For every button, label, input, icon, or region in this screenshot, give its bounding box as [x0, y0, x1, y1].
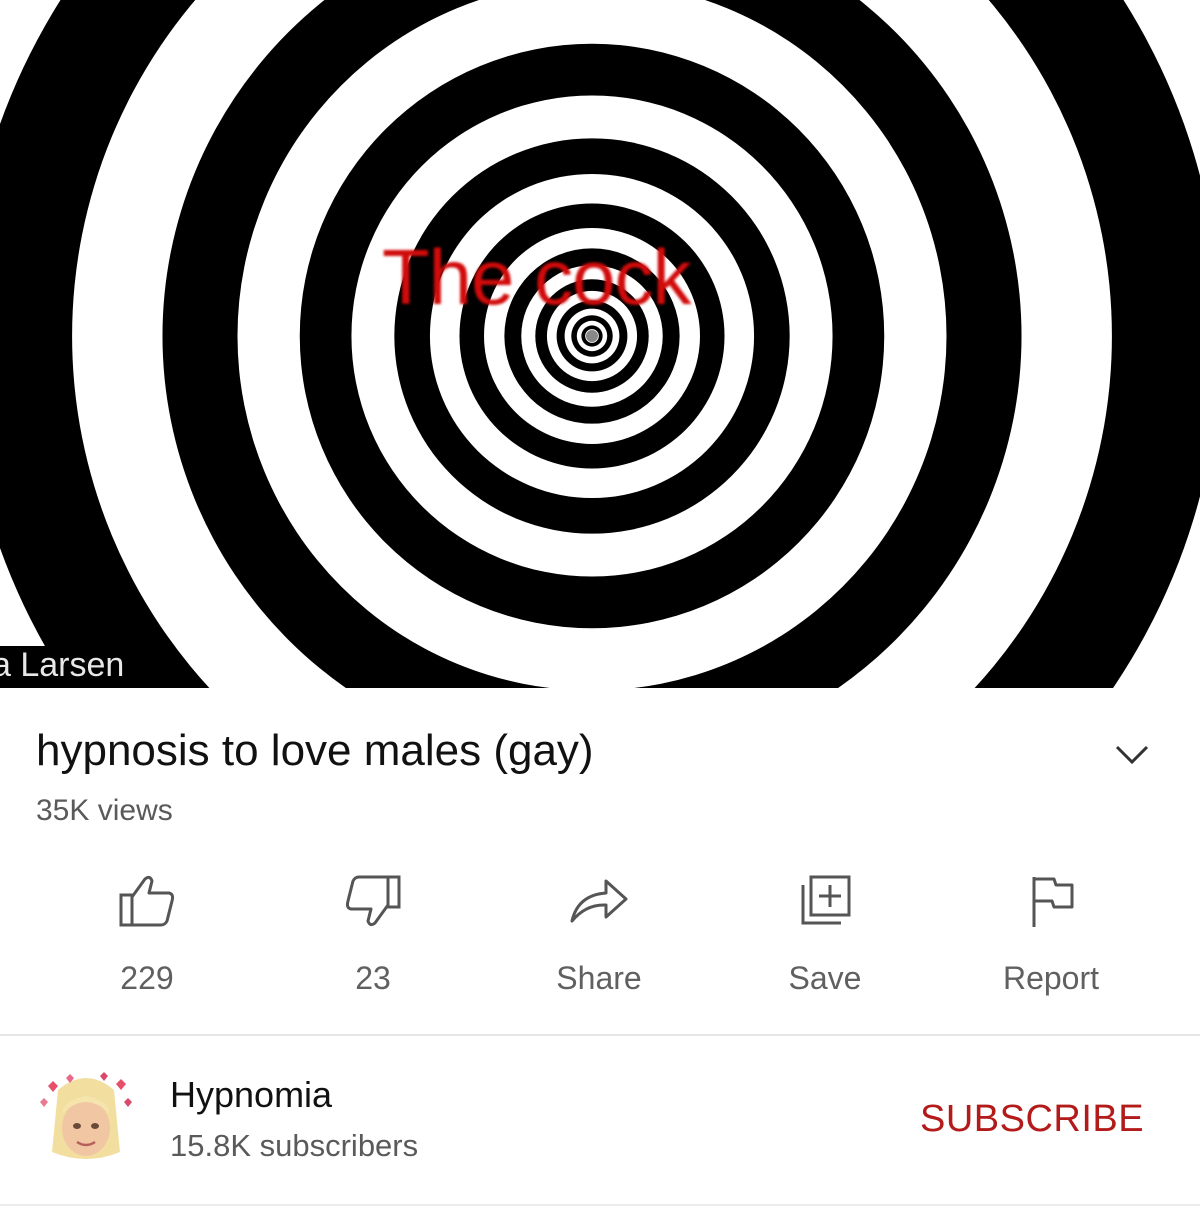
thumbs-up-icon	[119, 875, 175, 927]
expand-description-button[interactable]	[1114, 740, 1150, 770]
subscriber-count: 15.8K subscribers	[170, 1128, 419, 1163]
avatar-image	[40, 1072, 132, 1159]
save-playlist-icon	[801, 875, 851, 925]
subscribe-button[interactable]: SUBSCRIBE	[920, 1098, 1144, 1141]
dislike-button[interactable]: 23	[273, 868, 473, 1003]
thumbs-down-icon	[345, 875, 401, 927]
view-count: 35K views	[36, 794, 173, 827]
hypnotic-spiral-image	[0, 0, 1200, 688]
report-label: Report	[1002, 960, 1100, 996]
video-watermark: a Larsen	[0, 646, 141, 688]
report-button[interactable]: Report	[951, 868, 1151, 1003]
video-title: hypnosis to love males (gay)	[36, 726, 594, 775]
dislike-count: 23	[355, 960, 391, 996]
save-label: Save	[788, 960, 862, 996]
video-overlay-text: The cock	[382, 233, 691, 321]
save-button[interactable]: Save	[725, 868, 925, 1003]
bottom-divider	[0, 1204, 1200, 1206]
share-icon	[570, 879, 628, 923]
section-divider	[0, 1034, 1200, 1036]
video-player[interactable]: The cock a Larsen	[0, 0, 1200, 688]
like-button[interactable]: 229	[47, 868, 247, 1003]
share-button[interactable]: Share	[499, 868, 699, 1003]
flag-icon	[1032, 877, 1074, 927]
chevron-down-icon	[1115, 745, 1149, 765]
channel-avatar[interactable]	[36, 1070, 136, 1170]
channel-name[interactable]: Hypnomia	[170, 1074, 332, 1116]
share-label: Share	[556, 960, 642, 996]
action-bar: 229 23 Share Save Report	[0, 868, 1200, 1008]
like-count: 229	[120, 960, 174, 996]
